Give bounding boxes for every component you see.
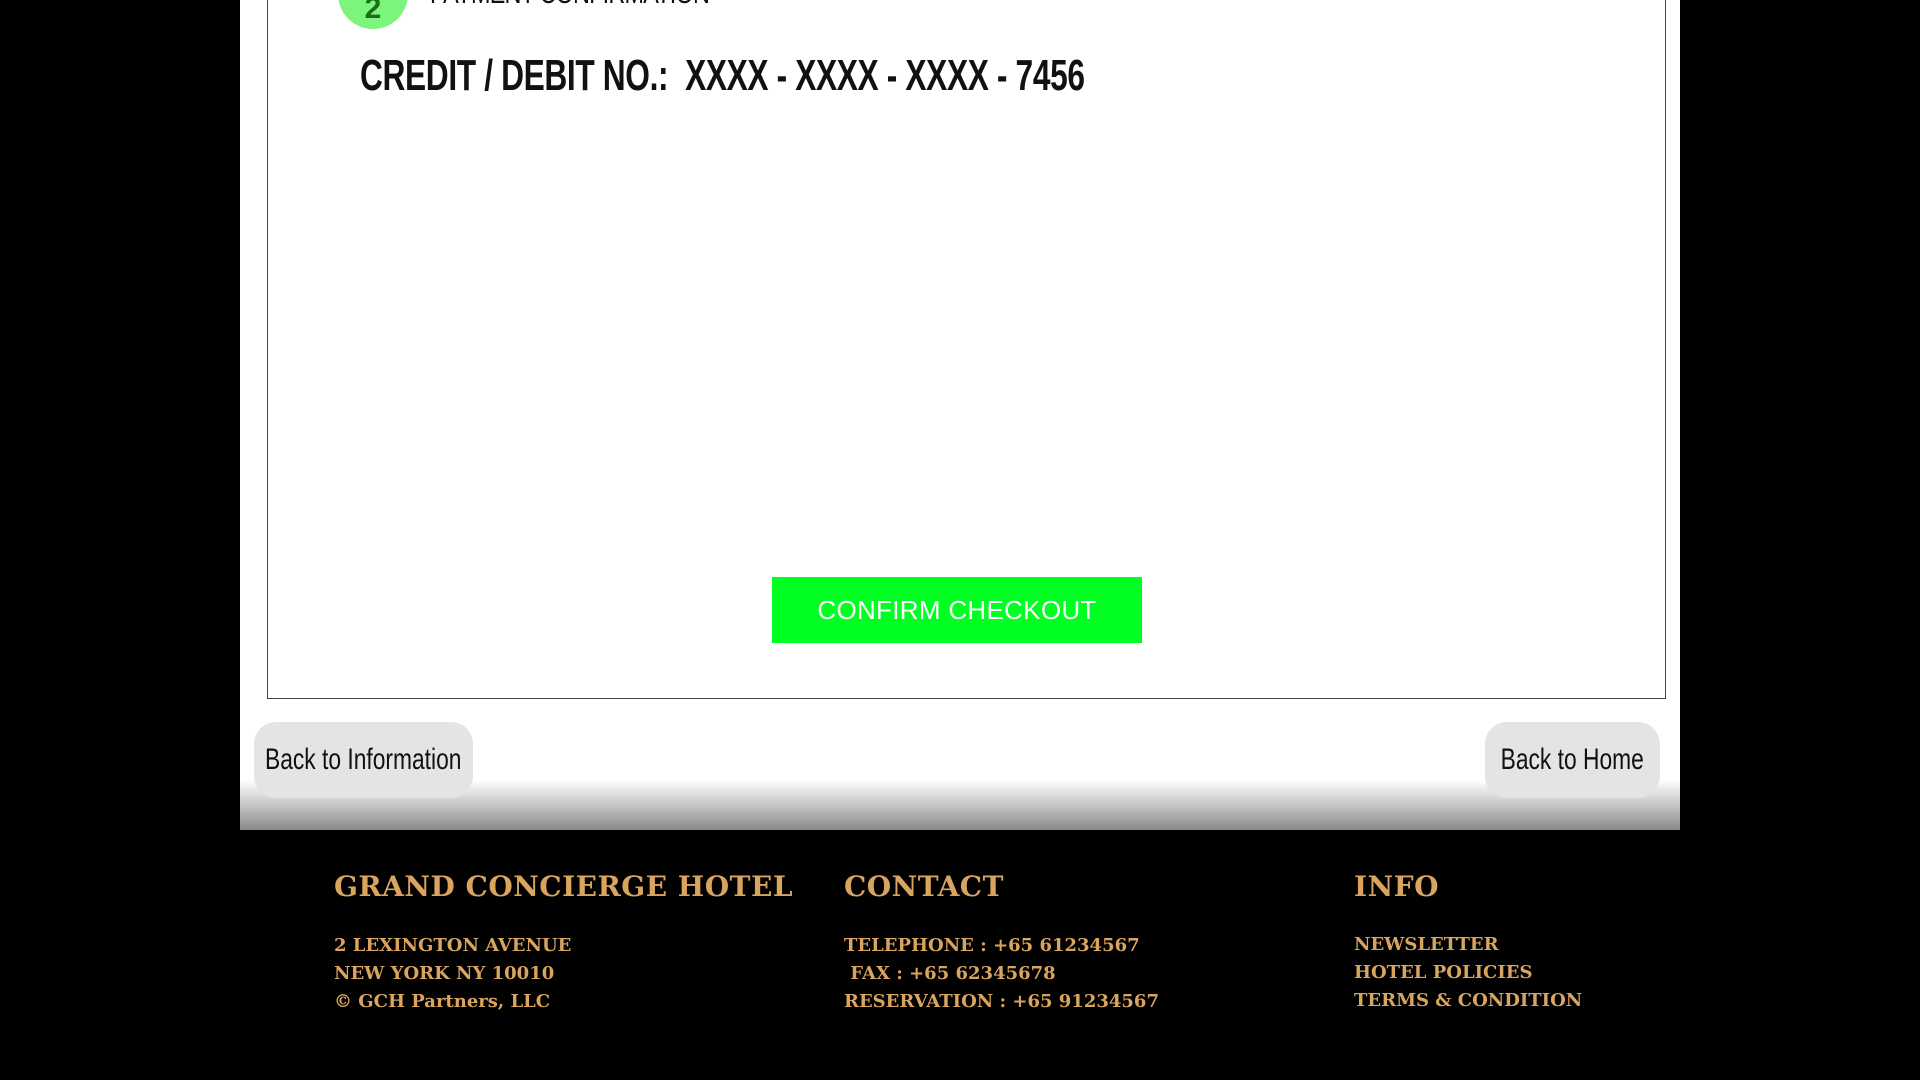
back-to-information-button[interactable]: Back to Information [254, 722, 473, 798]
main-panel: 2 PAYMENT CONFIRMATION CREDIT / DEBIT NO… [240, 0, 1680, 830]
payment-card: 2 PAYMENT CONFIRMATION CREDIT / DEBIT NO… [267, 0, 1666, 699]
step-number-badge: 2 [338, 0, 408, 29]
footer-link-hotel-policies[interactable]: HOTEL POLICIES [1354, 962, 1532, 983]
back-to-home-button[interactable]: Back to Home [1485, 722, 1660, 798]
footer-fax: FAX : +65 62345678 [844, 963, 1056, 984]
footer-link-newsletter[interactable]: NEWSLETTER [1354, 934, 1499, 955]
card-label: CREDIT / DEBIT NO.: [360, 51, 669, 100]
footer-telephone: TELEPHONE : +65 61234567 [844, 935, 1140, 956]
confirm-checkout-button[interactable]: CONFIRM CHECKOUT [772, 577, 1142, 643]
footer-reservation: RESERVATION : +65 91234567 [844, 991, 1159, 1012]
back-to-information-label: Back to Information [265, 743, 462, 776]
card-number: XXXX - XXXX - XXXX - 7456 [685, 51, 1085, 100]
footer-address-line: NEW YORK NY 10010 [334, 963, 555, 984]
step-title: PAYMENT CONFIRMATION [430, 0, 710, 11]
card-number-display: CREDIT / DEBIT NO.: XXXX - XXXX - XXXX -… [360, 51, 1085, 101]
footer: GRAND CONCIERGE HOTEL 2 LEXINGTON AVENUE… [0, 830, 1920, 1080]
page: 2 PAYMENT CONFIRMATION CREDIT / DEBIT NO… [0, 0, 1920, 1080]
footer-link-terms[interactable]: TERMS & CONDITION [1354, 990, 1582, 1011]
footer-info-heading: INFO [1354, 870, 1439, 903]
confirm-checkout-label: CONFIRM CHECKOUT [817, 594, 1097, 625]
back-to-home-label: Back to Home [1500, 743, 1645, 776]
footer-address-line: 2 LEXINGTON AVENUE [334, 935, 572, 956]
footer-copyright: © GCH Partners, LLC [334, 991, 551, 1012]
footer-contact-heading: CONTACT [844, 870, 1004, 903]
step-number: 2 [364, 0, 382, 25]
footer-hotel-heading: GRAND CONCIERGE HOTEL [334, 870, 794, 903]
